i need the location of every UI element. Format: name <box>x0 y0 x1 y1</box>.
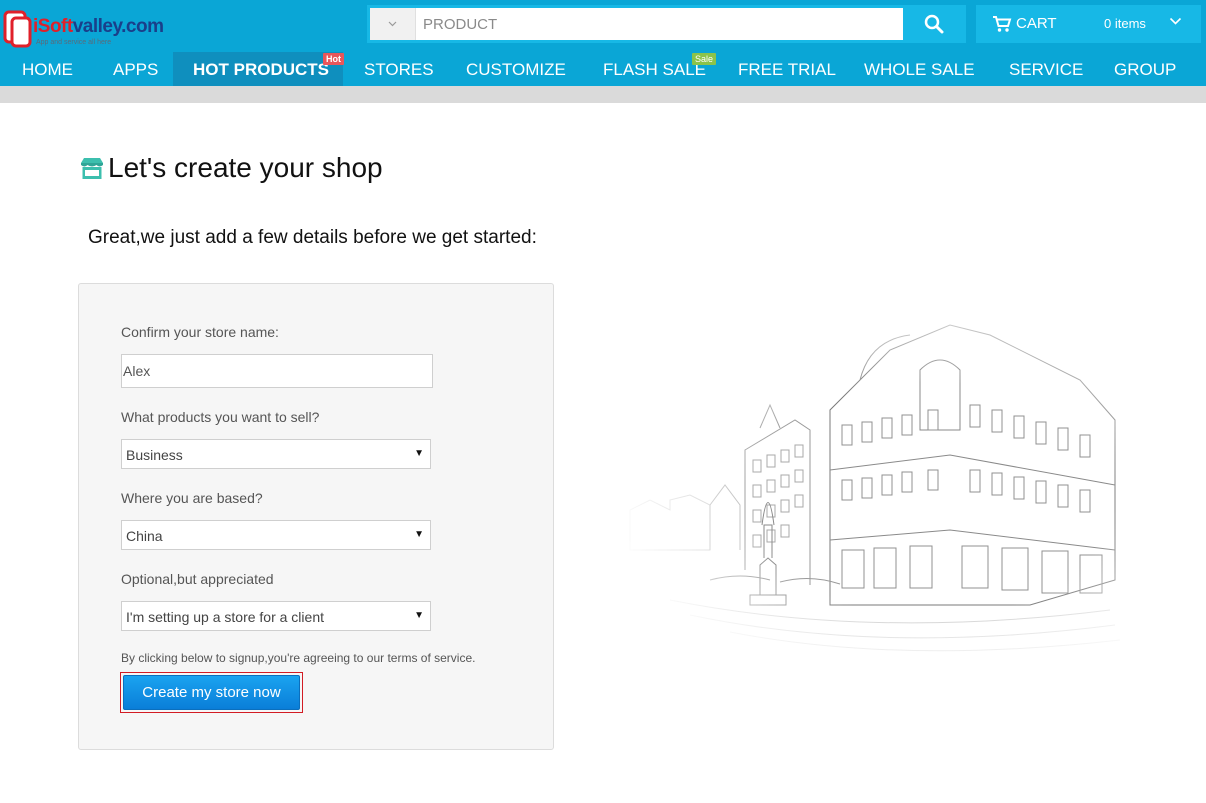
products-label: What products you want to sell? <box>121 409 320 425</box>
nav-item-flash-sale[interactable]: FLASH SALE Sale <box>603 52 717 86</box>
store-purpose-select[interactable]: I'm setting up a store for a client ▼ <box>121 601 431 631</box>
nav-item-label: GROUP <box>1114 60 1177 79</box>
site-logo[interactable]: iSoftvalley.com App and service all here <box>0 2 175 48</box>
cart-button[interactable]: CART 0 items <box>976 5 1201 43</box>
logo-text: iSoftvalley.com <box>33 16 164 38</box>
nav-item-label: FREE TRIAL <box>738 60 836 79</box>
nav-item-label: STORES <box>364 60 434 79</box>
dropdown-arrow-icon: ▼ <box>414 529 424 540</box>
terms-notice: By clicking below to signup,you're agree… <box>121 651 476 665</box>
location-select-value: China <box>126 528 163 544</box>
dropdown-arrow-icon: ▼ <box>414 448 424 459</box>
cart-icon <box>993 16 1012 32</box>
shop-icon <box>81 158 103 179</box>
products-select-value: Business <box>126 447 183 463</box>
store-name-input[interactable] <box>121 354 433 388</box>
create-store-button-outline: Create my store now <box>120 672 303 713</box>
create-store-button[interactable]: Create my store now <box>123 675 300 710</box>
chevron-down-icon <box>388 21 397 27</box>
page-title: Let's create your shop <box>79 152 383 184</box>
store-purpose-select-value: I'm setting up a store for a client <box>126 609 324 625</box>
nav-item-label: FLASH SALE <box>603 60 706 79</box>
search-button[interactable] <box>904 8 963 40</box>
based-label: Where you are based? <box>121 490 263 506</box>
nav-item-label: WHOLE SALE <box>864 60 975 79</box>
create-store-form: Confirm your store name: What products y… <box>78 283 554 750</box>
nav-item-label: HOT PRODUCTS <box>193 60 329 79</box>
search-category-dropdown[interactable] <box>370 8 416 40</box>
search-bar <box>367 5 966 43</box>
building-illustration <box>610 310 1130 655</box>
nav-item-stores[interactable]: STORES <box>364 52 434 86</box>
main-nav: HOME APPS HOT PRODUCTS Hot STORES CUSTOMI… <box>0 52 1206 86</box>
nav-item-customize[interactable]: CUSTOMIZE <box>466 52 566 86</box>
logo-mark-icon <box>3 10 32 48</box>
page-title-text: Let's create your shop <box>108 152 383 183</box>
optional-label: Optional,but appreciated <box>121 571 274 587</box>
nav-item-whole-sale[interactable]: WHOLE SALE <box>864 52 975 86</box>
nav-item-label: HOME <box>22 60 73 79</box>
chevron-down-icon <box>1169 17 1182 25</box>
nav-item-label: SERVICE <box>1009 60 1084 79</box>
nav-item-apps[interactable]: APPS <box>113 52 158 86</box>
cart-count: 0 items <box>1104 16 1146 31</box>
products-select[interactable]: Business ▼ <box>121 439 431 469</box>
nav-item-service[interactable]: SERVICE <box>1009 52 1083 86</box>
logo-tagline: App and service all here <box>36 39 112 46</box>
page-subtitle: Great,we just add a few details before w… <box>88 227 537 248</box>
nav-item-free-trial[interactable]: FREE TRIAL <box>738 52 836 86</box>
logo-text-rest: valley.com <box>72 16 164 37</box>
search-icon <box>924 14 943 34</box>
nav-item-hot-products[interactable]: HOT PRODUCTS Hot <box>173 52 344 86</box>
logo-text-first: iSoft <box>33 16 73 37</box>
nav-item-home[interactable]: HOME <box>22 52 73 86</box>
cart-label: CART <box>1016 15 1057 32</box>
header-divider <box>0 86 1206 103</box>
nav-item-label: CUSTOMIZE <box>466 60 566 79</box>
site-header: iSoftvalley.com App and service all here… <box>0 0 1206 86</box>
hot-badge: Hot <box>323 53 344 65</box>
sale-badge: Sale <box>692 53 717 65</box>
nav-item-label: APPS <box>113 60 159 79</box>
dropdown-arrow-icon: ▼ <box>414 610 424 621</box>
search-input[interactable] <box>416 8 903 40</box>
location-select[interactable]: China ▼ <box>121 520 431 550</box>
store-name-label: Confirm your store name: <box>121 324 279 340</box>
nav-item-group[interactable]: GROUP <box>1114 52 1176 86</box>
